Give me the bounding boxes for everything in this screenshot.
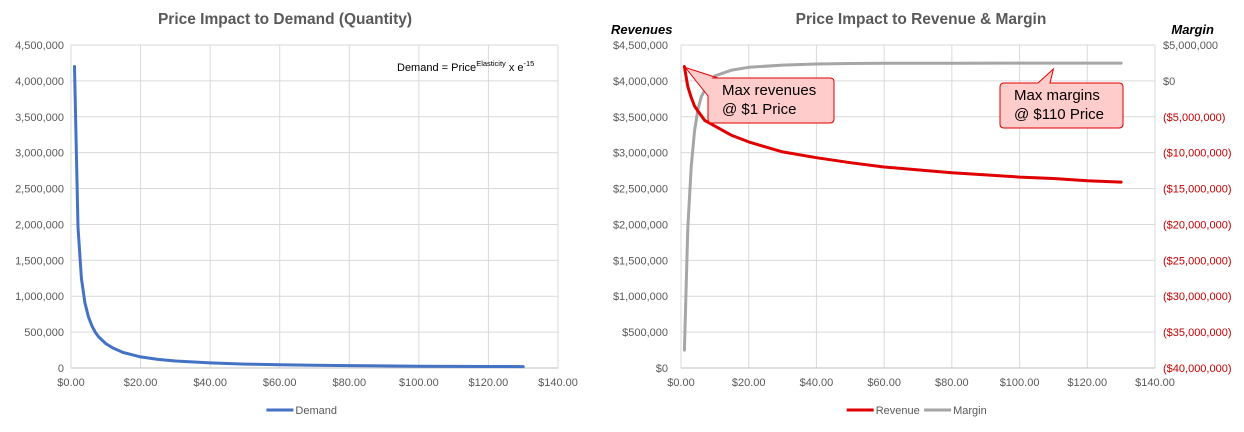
revenue-margin-legend: Revenue Margin [846, 405, 987, 417]
demand-x-tick-2: $40.00 [193, 377, 227, 389]
revenue-x-tick-labels: $0.00 $20.00 $40.00 $60.00 $80.00 $100.00 $120… [667, 377, 1175, 389]
margin-y-tick-9: ($40,000,000) [1163, 363, 1232, 375]
margin-y-tick-3: ($10,000,000) [1163, 148, 1232, 160]
revenue-x-tick-6: $120.00 [1067, 377, 1107, 389]
formula-exponent-1: Elasticity [476, 59, 506, 68]
revenue-x-tick-4: $80.00 [935, 377, 969, 389]
revenue-y-tick-5: $2,500,000 [613, 184, 668, 196]
revenue-y-tick-2: $1,000,000 [613, 291, 668, 303]
demand-x-tick-5: $100.00 [399, 377, 439, 389]
formula-exponent-2: -15 [524, 59, 535, 68]
demand-formula-annotation: Demand = PriceElasticity x e-15 [397, 59, 534, 74]
revenue-margin-chart: Price Impact to Revenue & Margin Revenue… [611, 11, 1232, 417]
margin-y-tick-2: ($5,000,000) [1163, 112, 1225, 124]
revenue-x-tick-7: $140.00 [1135, 377, 1175, 389]
callouts: Max revenues @ $1 Price Max margins @ $110 … [683, 66, 1124, 129]
demand-y-tick-0: 0 [58, 363, 64, 375]
margin-y-tick-7: ($30,000,000) [1163, 291, 1232, 303]
demand-y-tick-9: 4,500,000 [15, 40, 64, 52]
callout-max-margins: Max margins @ $110 Price [999, 67, 1124, 129]
revenue-y-tick-3: $1,500,000 [613, 255, 668, 267]
demand-legend-label-demand: Demand [295, 405, 337, 417]
demand-chart: Price Impact to Demand (Quantity) 0 500,0… [15, 11, 578, 417]
charts-svg: Price Impact to Demand (Quantity) 0 500,0… [15, 11, 1232, 417]
formula-base: Demand = Price [397, 62, 476, 74]
demand-x-tick-3: $60.00 [263, 377, 297, 389]
revenues-axis-label: Revenues [611, 22, 672, 37]
callout-text-0-1: @ $1 Price [722, 101, 796, 118]
demand-series-demand [73, 65, 525, 369]
revenue-margin-chart-title: Price Impact to Revenue & Margin [796, 11, 1047, 28]
margin-y-tick-4: ($15,000,000) [1163, 184, 1232, 196]
revenue-y-tick-6: $3,000,000 [613, 148, 668, 160]
chart-canvas: Price Impact to Demand (Quantity) 0 500,0… [0, 0, 1244, 427]
margin-axis-label: Margin [1171, 22, 1214, 37]
callout-text-0-0: Max revenues [722, 82, 816, 99]
demand-y-tick-1: 500,000 [24, 327, 64, 339]
revenue-y-tick-labels: $0 $500,000 $1,000,000 $1,500,000 $2,000,000… [613, 40, 668, 375]
margin-y-tick-5: ($20,000,000) [1163, 219, 1232, 231]
demand-chart-title: Price Impact to Demand (Quantity) [158, 11, 412, 28]
revenue-y-tick-7: $3,500,000 [613, 112, 668, 124]
demand-x-tick-7: $140.00 [538, 377, 578, 389]
demand-x-tick-1: $20.00 [124, 377, 158, 389]
revenue-x-tick-2: $40.00 [800, 377, 834, 389]
demand-y-tick-labels: 0 500,000 1,000,000 1,500,000 2,000,000 2,500… [15, 40, 64, 375]
demand-y-tick-6: 3,000,000 [15, 148, 64, 160]
demand-x-tick-labels: $0.00 $20.00 $40.00 $60.00 $80.00 $100.00 $120… [57, 377, 578, 389]
margin-y-tick-1: $0 [1163, 76, 1175, 88]
callout-text-1-0: Max margins [1014, 87, 1100, 104]
revenue-x-tick-0: $0.00 [667, 377, 695, 389]
revenue-y-tick-9: $4,500,000 [613, 40, 668, 52]
demand-x-tick-4: $80.00 [332, 377, 366, 389]
demand-y-tick-3: 1,500,000 [15, 255, 64, 267]
demand-x-tick-0: $0.00 [57, 377, 85, 389]
formula-mid: x e [506, 62, 524, 74]
revenue-y-tick-0: $0 [656, 363, 668, 375]
demand-series [73, 65, 525, 369]
demand-legend: Demand [266, 405, 337, 417]
revenue-legend-label-margin: Margin [953, 405, 987, 417]
margin-y-tick-0: $5,000,000 [1163, 40, 1218, 52]
demand-gridlines [70, 44, 559, 369]
callout-max-revenues: Max revenues @ $1 Price [683, 66, 835, 124]
demand-x-tick-6: $120.00 [469, 377, 509, 389]
demand-y-tick-7: 3,500,000 [15, 112, 64, 124]
margin-y-tick-6: ($25,000,000) [1163, 255, 1232, 267]
revenue-x-tick-1: $20.00 [732, 377, 766, 389]
revenue-y-tick-8: $4,000,000 [613, 76, 668, 88]
revenue-y-tick-4: $2,000,000 [613, 219, 668, 231]
revenue-y-tick-1: $500,000 [622, 327, 668, 339]
demand-y-tick-2: 1,000,000 [15, 291, 64, 303]
demand-y-tick-5: 2,500,000 [15, 184, 64, 196]
revenue-x-tick-5: $100.00 [1000, 377, 1040, 389]
revenue-legend-label-revenue: Revenue [876, 405, 920, 417]
callout-text-1-1: @ $110 Price [1014, 106, 1104, 123]
demand-y-tick-8: 4,000,000 [15, 76, 64, 88]
revenue-x-tick-3: $60.00 [867, 377, 901, 389]
margin-y-tick-8: ($35,000,000) [1163, 327, 1232, 339]
margin-y-tick-labels: $5,000,000 $0 ($5,000,000) ($10,000,000) ($1… [1163, 40, 1232, 375]
demand-y-tick-4: 2,000,000 [15, 219, 64, 231]
